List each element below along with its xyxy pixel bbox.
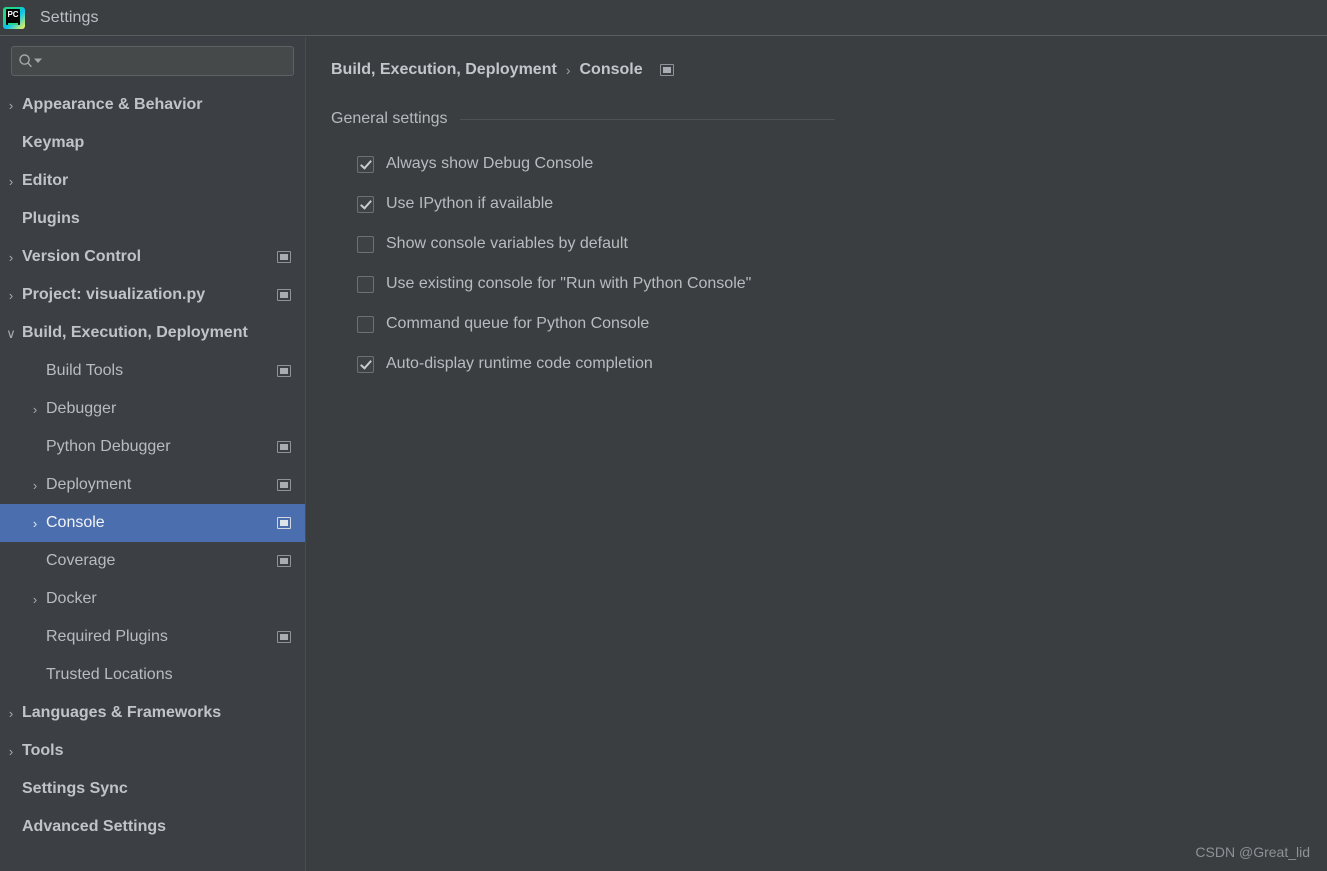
sidebar-item-deployment[interactable]: › Deployment	[0, 466, 305, 504]
sidebar-item-settings-sync[interactable]: Settings Sync	[0, 770, 305, 808]
breadcrumb-current: Console	[579, 61, 643, 78]
sidebar-item-debugger[interactable]: › Debugger	[0, 390, 305, 428]
sidebar-item-label: Build Tools	[46, 362, 124, 379]
option-label: Use IPython if available	[386, 195, 554, 212]
option-row[interactable]: Command queue for Python Console	[357, 304, 1327, 344]
option-label: Use existing console for "Run with Pytho…	[386, 275, 752, 292]
logo-accent-bar	[8, 22, 18, 25]
search-input[interactable]	[46, 53, 287, 69]
sidebar-item-advanced-settings[interactable]: Advanced Settings	[0, 808, 305, 846]
checkbox-checked[interactable]	[357, 195, 374, 213]
chevron-right-icon[interactable]: ›	[0, 707, 22, 720]
pycharm-logo-icon: PC	[3, 6, 25, 29]
breadcrumb: Build, Execution, Deployment › Console	[331, 61, 1327, 79]
chevron-down-icon[interactable]	[34, 57, 42, 65]
sidebar-item-keymap[interactable]: Keymap	[0, 124, 305, 162]
search-box[interactable]	[11, 46, 294, 76]
chevron-right-icon[interactable]: ›	[24, 403, 46, 416]
sidebar-item-label: Build, Execution, Deployment	[22, 324, 248, 341]
sidebar-item-tools[interactable]: › Tools	[0, 732, 305, 770]
search-container	[0, 37, 305, 76]
checkbox-unchecked[interactable]	[357, 235, 374, 253]
title-bar: PC Settings	[0, 0, 1327, 36]
sidebar-item-console[interactable]: › Console	[0, 504, 305, 542]
sidebar-item-label: Editor	[22, 172, 69, 189]
project-scope-icon[interactable]	[277, 289, 291, 301]
sidebar-item-languages-frameworks[interactable]: › Languages & Frameworks	[0, 694, 305, 732]
option-label: Auto-display runtime code completion	[386, 355, 653, 372]
project-scope-icon[interactable]	[277, 365, 291, 377]
sidebar-item-trusted-locations[interactable]: Trusted Locations	[0, 656, 305, 694]
sidebar-item-label: Required Plugins	[46, 628, 168, 645]
option-row[interactable]: Show console variables by default	[357, 224, 1327, 264]
sidebar-item-label: Docker	[46, 590, 97, 607]
section-header: General settings	[331, 110, 835, 128]
chevron-right-icon[interactable]: ›	[0, 289, 22, 302]
project-scope-icon[interactable]	[277, 251, 291, 263]
option-label: Show console variables by default	[386, 235, 628, 252]
sidebar-item-label: Trusted Locations	[46, 666, 173, 683]
sidebar-item-label: Languages & Frameworks	[22, 704, 222, 721]
general-settings-options: Always show Debug Console Use IPython if …	[357, 144, 1327, 384]
project-scope-icon[interactable]	[277, 555, 291, 567]
settings-main-panel: Build, Execution, Deployment › Console G…	[307, 37, 1327, 871]
settings-tree: › Appearance & Behavior Keymap › Editor Plugi…	[0, 86, 305, 846]
sidebar-item-required-plugins[interactable]: Required Plugins	[0, 618, 305, 656]
chevron-right-icon[interactable]: ›	[24, 593, 46, 606]
sidebar-item-label: Keymap	[22, 134, 85, 151]
sidebar-item-label: Console	[46, 514, 105, 531]
sidebar-item-label: Coverage	[46, 552, 116, 569]
option-row[interactable]: Always show Debug Console	[357, 144, 1327, 184]
project-scope-icon[interactable]	[277, 517, 291, 529]
sidebar-item-version-control[interactable]: › Version Control	[0, 238, 305, 276]
sidebar-item-python-debugger[interactable]: Python Debugger	[0, 428, 305, 466]
sidebar-item-docker[interactable]: › Docker	[0, 580, 305, 618]
sidebar-item-build-tools[interactable]: Build Tools	[0, 352, 305, 390]
sidebar-item-label: Project: visualization.py	[22, 286, 206, 303]
chevron-down-icon[interactable]: ∨	[0, 327, 22, 340]
search-icon	[18, 53, 34, 69]
project-scope-icon[interactable]	[277, 479, 291, 491]
sidebar-item-editor[interactable]: › Editor	[0, 162, 305, 200]
breadcrumb-separator-icon: ›	[565, 62, 571, 78]
sidebar-item-label: Advanced Settings	[22, 818, 167, 835]
settings-sidebar: › Appearance & Behavior Keymap › Editor Plugi…	[0, 37, 306, 871]
option-label: Command queue for Python Console	[386, 315, 650, 332]
checkbox-checked[interactable]	[357, 155, 374, 173]
sidebar-item-plugins[interactable]: Plugins	[0, 200, 305, 238]
chevron-right-icon[interactable]: ›	[0, 745, 22, 758]
option-row[interactable]: Use IPython if available	[357, 184, 1327, 224]
sidebar-item-appearance-behavior[interactable]: › Appearance & Behavior	[0, 86, 305, 124]
sidebar-item-label: Appearance & Behavior	[22, 96, 203, 113]
section-title: General settings	[331, 110, 448, 127]
sidebar-item-label: Version Control	[22, 248, 142, 265]
checkbox-checked[interactable]	[357, 355, 374, 373]
option-row[interactable]: Use existing console for "Run with Pytho…	[357, 264, 1327, 304]
checkbox-unchecked[interactable]	[357, 275, 374, 293]
watermark: CSDN @Great_lid	[1195, 844, 1310, 860]
checkbox-unchecked[interactable]	[357, 315, 374, 333]
project-scope-icon[interactable]	[659, 64, 674, 76]
section-divider	[459, 118, 835, 120]
option-row[interactable]: Auto-display runtime code completion	[357, 344, 1327, 384]
project-scope-icon[interactable]	[277, 441, 291, 453]
chevron-right-icon[interactable]: ›	[24, 517, 46, 530]
sidebar-item-label: Debugger	[46, 400, 117, 417]
sidebar-item-label: Tools	[22, 742, 64, 759]
sidebar-item-project-visualization-py[interactable]: › Project: visualization.py	[0, 276, 305, 314]
chevron-right-icon[interactable]: ›	[0, 251, 22, 264]
chevron-right-icon[interactable]: ›	[24, 479, 46, 492]
chevron-right-icon[interactable]: ›	[0, 175, 22, 188]
sidebar-item-label: Settings Sync	[22, 780, 128, 797]
sidebar-item-label: Deployment	[46, 476, 132, 493]
project-scope-icon[interactable]	[277, 631, 291, 643]
sidebar-item-coverage[interactable]: Coverage	[0, 542, 305, 580]
option-label: Always show Debug Console	[386, 155, 594, 172]
chevron-right-icon[interactable]: ›	[0, 99, 22, 112]
sidebar-item-build-execution-deployment[interactable]: ∨ Build, Execution, Deployment	[0, 314, 305, 352]
sidebar-item-label: Plugins	[22, 210, 80, 227]
breadcrumb-parent[interactable]: Build, Execution, Deployment	[331, 61, 557, 79]
sidebar-item-label: Python Debugger	[46, 438, 171, 455]
window-title: Settings	[40, 8, 99, 26]
